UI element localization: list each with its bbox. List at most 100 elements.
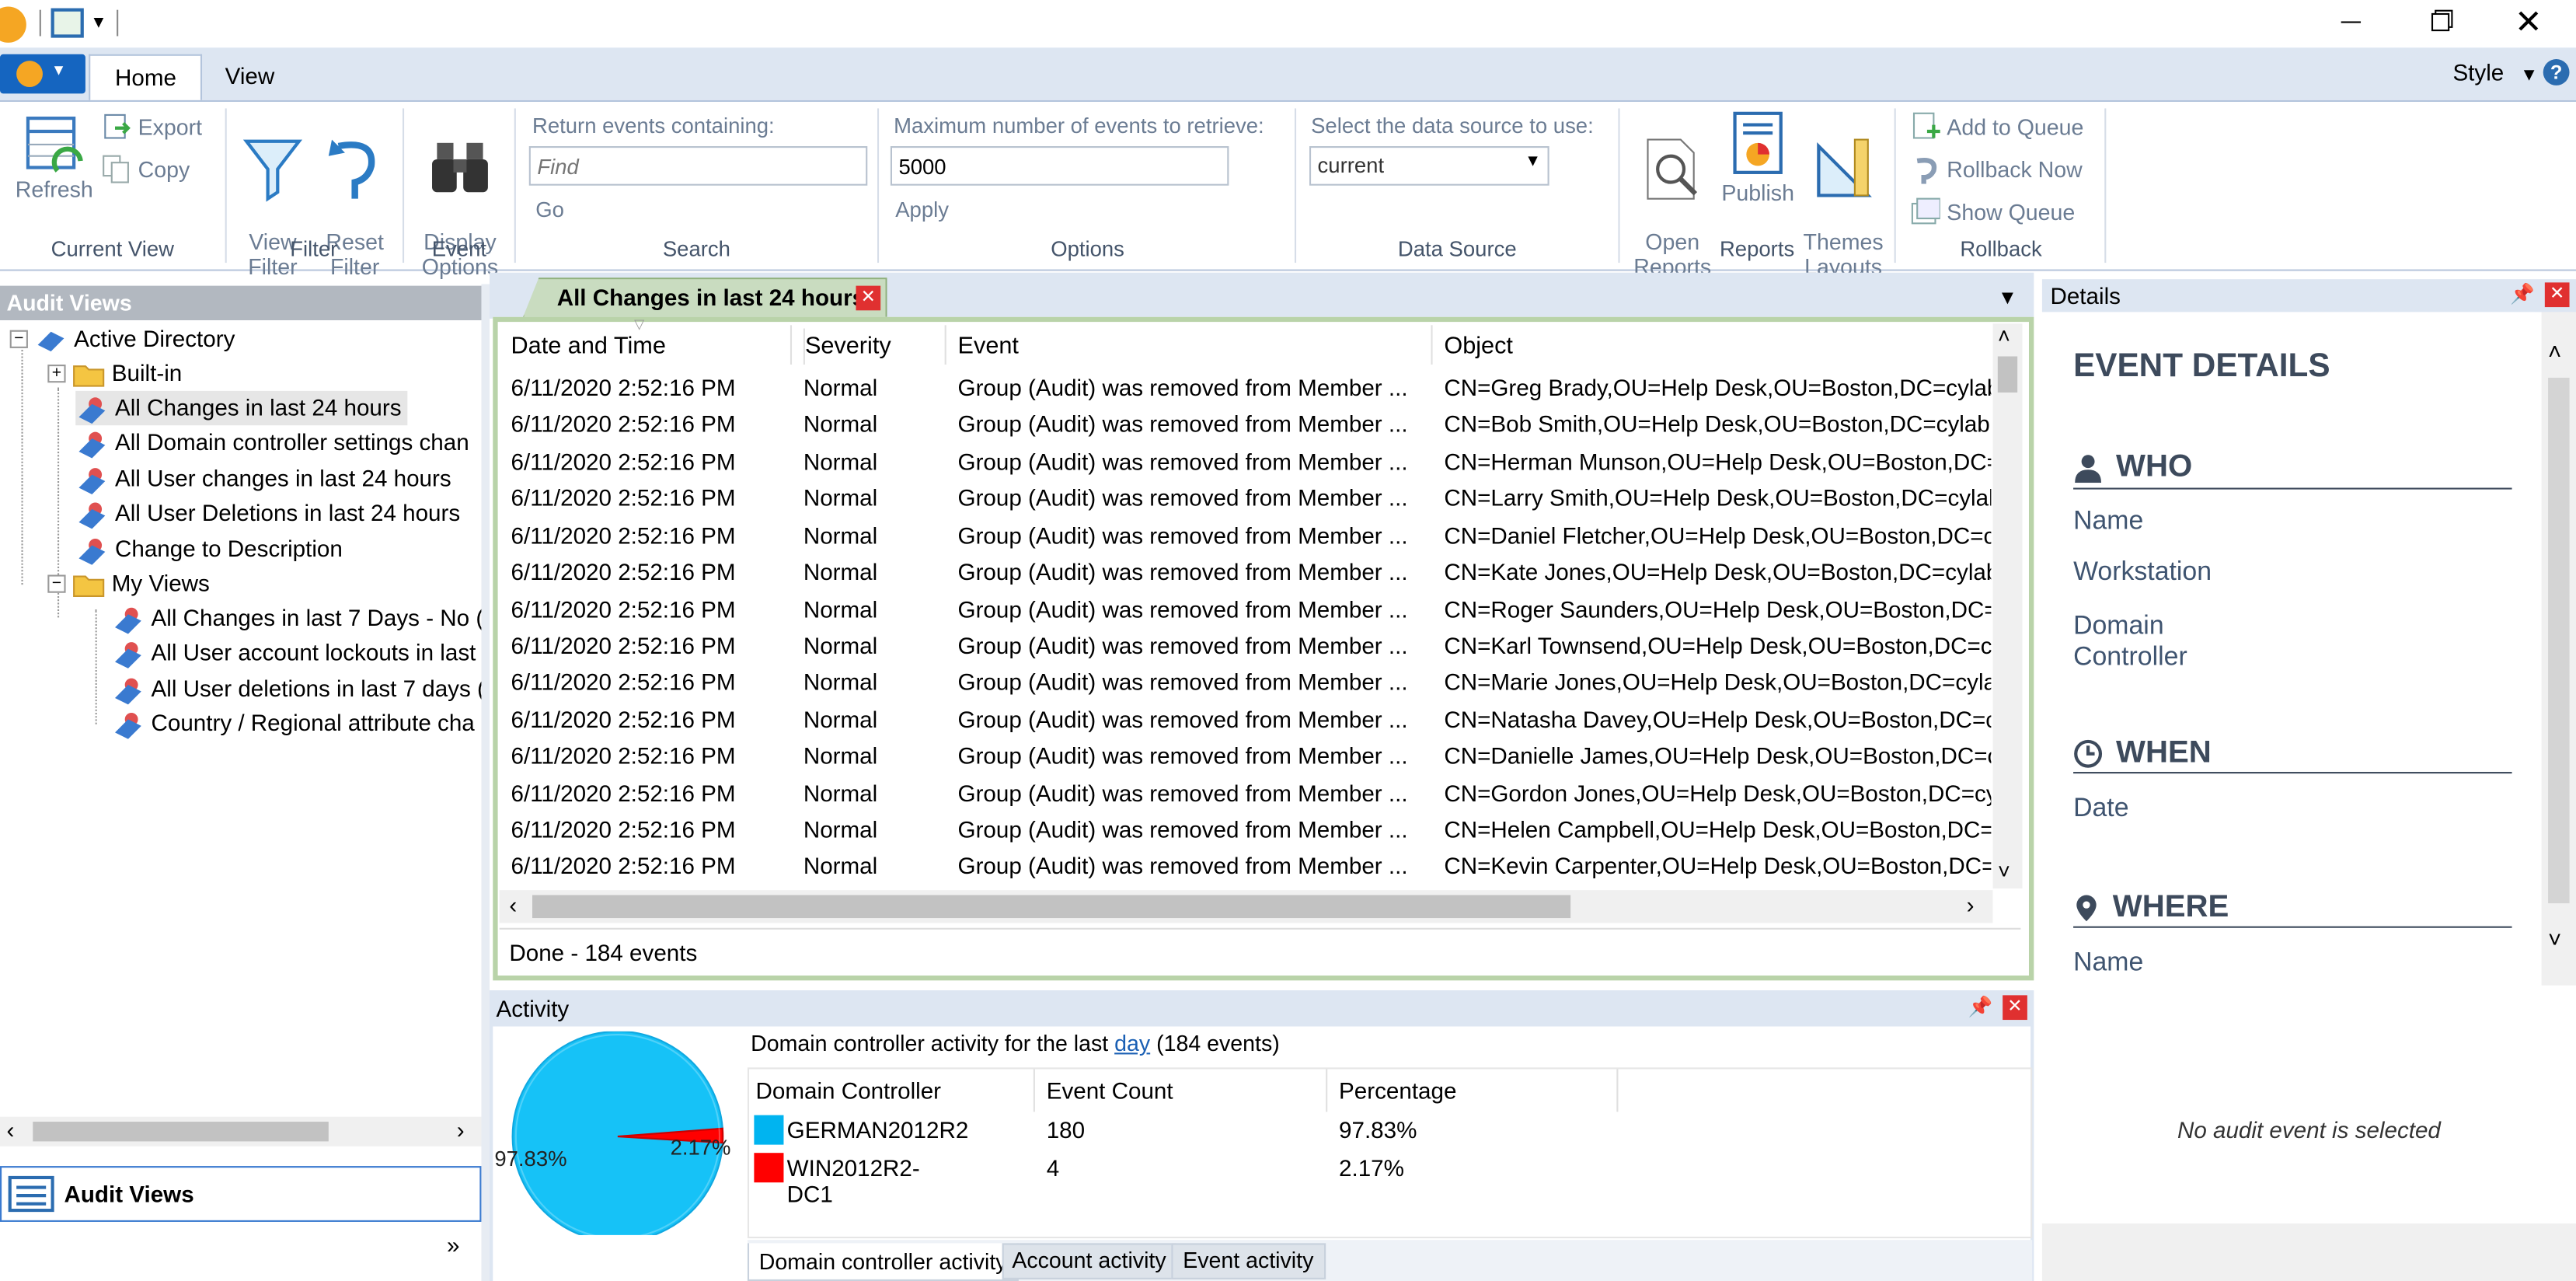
table-cell: Group (Audit) was removed from Member ..…: [957, 448, 1408, 475]
tab-view[interactable]: View: [200, 54, 299, 100]
go-button[interactable]: Go: [535, 197, 564, 222]
table-cell: Normal: [803, 595, 878, 622]
pin-icon[interactable]: 📌: [1968, 995, 1993, 1018]
table-cell: Group (Audit) was removed from Member ..…: [957, 595, 1408, 622]
nav-pane-expand-icon[interactable]: »: [447, 1232, 459, 1258]
chevron-right-icon[interactable]: ›: [457, 1117, 465, 1143]
close-tab-icon[interactable]: ✕: [856, 285, 881, 311]
grid-vertical-scrollbar[interactable]: ˄ ˅: [1992, 323, 2023, 889]
table-row[interactable]: 6/11/2020 2:52:16 PM Normal Group (Audit) …: [0, 480, 1992, 516]
style-menu[interactable]: Style ▼: [2452, 59, 2538, 86]
group-label-reports: Reports: [1719, 236, 1795, 261]
table-row[interactable]: 6/11/2020 2:52:16 PM Normal Group (Audit) …: [0, 407, 1991, 443]
table-cell: Group (Audit) was removed from Member ..…: [957, 558, 1408, 585]
chevron-left-icon[interactable]: ‹: [6, 1117, 14, 1143]
pin-icon[interactable]: 📌: [2510, 282, 2535, 305]
close-details-icon[interactable]: ✕: [2544, 282, 2570, 308]
table-cell: CN=Marie Jones,OU=Help Desk,OU=Boston,DC…: [1444, 668, 1992, 696]
activity-column-count[interactable]: Event Count: [1047, 1077, 1173, 1104]
details-vertical-scrollbar[interactable]: ˄ ˅: [2541, 312, 2576, 986]
table-row[interactable]: 6/11/2020 2:52:16 PM Normal Group (Audit) …: [0, 738, 1992, 774]
chevron-up-icon[interactable]: ˄: [1998, 323, 2010, 348]
close-window-button[interactable]: ✕: [2484, 0, 2573, 43]
reset-filter-icon: [328, 139, 375, 199]
reset-filter-button[interactable]: Reset Filter: [315, 112, 394, 304]
help-icon[interactable]: ?: [2543, 59, 2570, 86]
column-header-severity[interactable]: Severity: [803, 328, 945, 365]
refresh-button[interactable]: Refresh: [12, 115, 97, 202]
search-input[interactable]: [528, 146, 868, 186]
publish-button[interactable]: Publish: [1717, 111, 1799, 205]
table-row[interactable]: 6/11/2020 2:52:16 PM Normal Group (Audit) …: [0, 517, 1992, 553]
who-field-workstation: Workstation: [2073, 558, 2212, 587]
data-source-select[interactable]: current ▼: [1309, 146, 1549, 186]
view-filter-button[interactable]: View Filter: [233, 112, 312, 304]
event-details-title: EVENT DETAILS: [2073, 347, 2330, 385]
column-header-date[interactable]: Date and Time: [511, 329, 787, 365]
scrollbar-thumb[interactable]: [1997, 356, 2018, 393]
table-row[interactable]: 6/11/2020 2:52:16 PM Normal Group (Audit) …: [0, 591, 1992, 627]
active-directory-icon: [37, 330, 64, 351]
grid-horizontal-scrollbar[interactable]: ‹ ›: [499, 890, 1993, 923]
max-events-input[interactable]: [890, 146, 1229, 186]
table-cell: Normal: [803, 522, 878, 548]
application-menu-button[interactable]: ▾: [0, 54, 85, 94]
tab-event-activity[interactable]: Event activity: [1171, 1243, 1326, 1279]
table-row[interactable]: 6/11/2020 2:52:16 PM Normal Group (Audit) …: [0, 627, 1992, 664]
activity-caption: Domain controller activity for the last …: [751, 1031, 1280, 1056]
quick-access-dropdown-icon[interactable]: ▾: [94, 10, 104, 33]
details-header: Details: [2041, 279, 2576, 312]
column-header-object[interactable]: Object: [1444, 329, 1991, 365]
activity-header: Activity: [490, 990, 2034, 1027]
scrollbar-thumb[interactable]: [532, 895, 1571, 919]
max-events-caption: Maximum number of events to retrieve:: [894, 113, 1264, 138]
show-queue-button[interactable]: Show Queue: [1911, 195, 2075, 228]
export-button[interactable]: Export: [102, 110, 202, 143]
column-header-event[interactable]: Event: [958, 329, 1431, 365]
minimize-button[interactable]: [2306, 0, 2395, 43]
table-row[interactable]: 6/11/2020 2:52:16 PM Normal Group (Audit) …: [0, 553, 1992, 590]
document-tab[interactable]: All Changes in last 24 hours: [522, 277, 887, 319]
rollback-now-label: Rollback Now: [1947, 156, 2083, 182]
tree-node-active-directory[interactable]: − Active Directory: [9, 322, 235, 356]
add-to-queue-button[interactable]: Add to Queue: [1911, 110, 2083, 143]
apply-button[interactable]: Apply: [895, 197, 949, 222]
chevron-down-icon[interactable]: ˅: [2548, 927, 2561, 953]
quick-access-icon[interactable]: [51, 8, 84, 38]
tree-horizontal-scrollbar[interactable]: ‹ ›: [0, 1116, 482, 1147]
rollback-now-button[interactable]: Rollback Now: [1911, 152, 2083, 185]
table-row[interactable]: 6/11/2020 2:52:16 PM Normal Group (Audit) …: [0, 774, 1992, 811]
table-cell: 6/11/2020 2:52:16 PM: [511, 742, 736, 770]
chevron-right-icon[interactable]: ›: [1967, 892, 1975, 918]
table-row[interactable]: 6/11/2020 2:52:16 PM Normal Group (Audit) …: [0, 848, 1992, 885]
export-label: Export: [138, 113, 203, 139]
scrollbar-thumb[interactable]: [2548, 377, 2570, 904]
copy-button[interactable]: Copy: [102, 152, 190, 185]
tab-account-activity[interactable]: Account activity: [1002, 1243, 1176, 1279]
table-cell: Normal: [803, 779, 878, 806]
activity-column-dc[interactable]: Domain Controller: [756, 1077, 942, 1104]
tab-home[interactable]: Home: [89, 54, 203, 100]
tab-list-dropdown-icon[interactable]: ▼: [1998, 286, 2017, 309]
close-activity-icon[interactable]: ✕: [2003, 995, 2027, 1021]
chevron-left-icon[interactable]: ‹: [509, 892, 517, 918]
table-row[interactable]: 6/11/2020 2:52:16 PM Normal Group (Audit) …: [0, 701, 1992, 738]
table-row[interactable]: 6/11/2020 2:52:16 PM Normal Group (Audit) …: [0, 664, 1992, 700]
group-label-filter: Filter: [290, 236, 338, 261]
table-row[interactable]: 6/11/2020 2:52:16 PM Normal Group (Audit) …: [0, 812, 1992, 848]
restore-button[interactable]: [2395, 0, 2484, 43]
nav-pane-audit-views-button[interactable]: Audit Views: [0, 1166, 482, 1222]
group-label-search: Search: [662, 236, 730, 261]
table-cell: Normal: [803, 374, 878, 401]
table-row[interactable]: 6/11/2020 2:52:16 PM Normal Group (Audit) …: [0, 443, 1992, 480]
activity-column-percentage[interactable]: Percentage: [1339, 1077, 1456, 1104]
scrollbar-thumb[interactable]: [33, 1122, 329, 1142]
tab-domain-controller-activity[interactable]: Domain controller activity: [747, 1243, 1019, 1281]
group-label-data-source: Data Source: [1397, 236, 1517, 261]
table-row[interactable]: 6/11/2020 2:52:16 PM Normal Group (Audit) …: [0, 369, 1992, 406]
group-label-current-view: Current View: [51, 236, 175, 261]
chevron-up-icon[interactable]: ˄: [2548, 338, 2561, 365]
chevron-down-icon[interactable]: ˅: [1998, 859, 2010, 884]
period-link[interactable]: day: [1114, 1031, 1150, 1056]
add-to-queue-icon: [1912, 112, 1940, 139]
